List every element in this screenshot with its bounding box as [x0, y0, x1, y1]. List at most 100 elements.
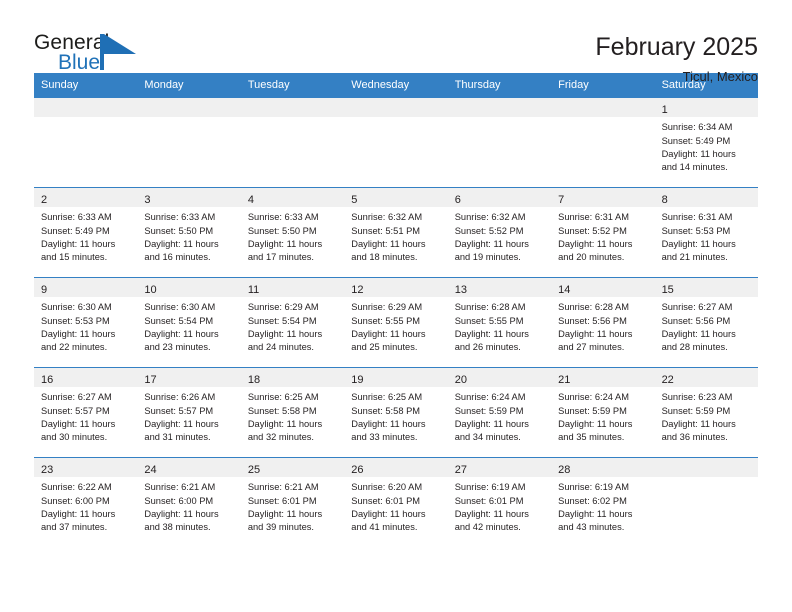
sunset-text: Sunset: 5:57 PM [144, 405, 214, 416]
day-sun-info: Sunrise: 6:34 AM Sunset: 5:49 PM Daylight:… [655, 117, 758, 175]
day-number: 15 [661, 284, 674, 297]
day-number: 23 [41, 464, 54, 477]
day-number: 17 [144, 374, 157, 387]
sunset-text: Sunset: 6:00 PM [41, 495, 110, 506]
daylight-text-line2: and 26 minutes. [454, 342, 521, 353]
calendar-day-cell[interactable]: 26 Sunrise: 6:20 AM Sunset: 6:01 PM Dayligh… [344, 458, 448, 547]
day-sun-info: Sunrise: 6:30 AM Sunset: 5:53 PM Daylight:… [34, 297, 137, 355]
calendar-day-cell[interactable]: 8 Sunrise: 6:31 AM Sunset: 5:53 PM Daylight… [654, 188, 758, 277]
calendar-weeks: 1 Sunrise: 6:34 AM Sunset: 5:49 PM Daylight… [34, 98, 758, 547]
calendar-day-cell[interactable]: 10 Sunrise: 6:30 AM Sunset: 5:54 PM Dayligh… [137, 278, 241, 367]
day-number: 14 [558, 284, 571, 297]
daylight-text-line1: Daylight: 11 hours [661, 149, 736, 159]
daylight-text-line2: and 28 minutes. [661, 342, 728, 353]
daylight-text-line2: and 19 minutes. [454, 252, 521, 263]
sunrise-text: Sunrise: 6:24 AM [558, 392, 629, 403]
sunrise-text: Sunrise: 6:31 AM [661, 212, 733, 223]
daylight-text-line1: Daylight: 11 hours [247, 509, 323, 519]
calendar-day-cell[interactable]: 13 Sunrise: 6:28 AM Sunset: 5:55 PM Dayligh… [447, 278, 552, 367]
day-number-band: 2 [34, 188, 138, 208]
day-sun-info: Sunrise: 6:33 AM Sunset: 5:50 PM Daylight:… [137, 207, 240, 265]
daylight-text-line1: Daylight: 11 hours [661, 419, 736, 429]
daylight-text-line2: and 41 minutes. [351, 522, 418, 533]
calendar-day-cell[interactable]: 4 Sunrise: 6:33 AM Sunset: 5:50 PM Daylight… [240, 188, 345, 277]
sunset-text: Sunset: 5:58 PM [351, 405, 421, 416]
calendar-day-cell[interactable]: 16 Sunrise: 6:27 AM Sunset: 5:57 PM Dayligh… [34, 368, 138, 457]
sunset-text: Sunset: 5:55 PM [454, 315, 524, 326]
calendar-day-cell[interactable]: 18 Sunrise: 6:25 AM Sunset: 5:58 PM Dayligh… [240, 368, 345, 457]
daylight-text-line1: Daylight: 11 hours [41, 329, 116, 339]
calendar-day-cell[interactable]: 2 Sunrise: 6:33 AM Sunset: 5:49 PM Daylight… [34, 188, 138, 277]
daylight-text-line1: Daylight: 11 hours [558, 509, 633, 519]
calendar-day-cell[interactable]: 23 Sunrise: 6:22 AM Sunset: 6:00 PM Dayligh… [34, 458, 138, 547]
sunrise-text: Sunrise: 6:29 AM [351, 302, 423, 313]
daylight-text-line1: Daylight: 11 hours [661, 239, 736, 249]
daylight-text-line1: Daylight: 11 hours [558, 419, 633, 429]
sunrise-text: Sunrise: 6:33 AM [144, 212, 216, 223]
calendar-day-cell[interactable]: 15 Sunrise: 6:27 AM Sunset: 5:56 PM Dayligh… [654, 278, 758, 367]
daylight-text-line1: Daylight: 11 hours [144, 239, 219, 249]
calendar-day-cell[interactable]: 27 Sunrise: 6:19 AM Sunset: 6:01 PM Dayligh… [447, 458, 552, 547]
day-sun-info: Sunrise: 6:32 AM Sunset: 5:52 PM Daylight:… [448, 207, 551, 265]
day-number-band: 28 [551, 458, 655, 478]
sunset-text: Sunset: 6:02 PM [558, 495, 627, 506]
sunset-text: Sunset: 5:59 PM [558, 405, 627, 416]
calendar-day-cell[interactable]: 21 Sunrise: 6:24 AM Sunset: 5:59 PM Dayligh… [551, 368, 655, 457]
calendar-day-empty [344, 98, 448, 187]
calendar-day-cell[interactable]: 5 Sunrise: 6:32 AM Sunset: 5:51 PM Daylight… [344, 188, 448, 277]
sunset-text: Sunset: 5:53 PM [661, 225, 731, 236]
day-sun-info: Sunrise: 6:32 AM Sunset: 5:51 PM Daylight:… [344, 207, 447, 265]
calendar-day-cell[interactable]: 6 Sunrise: 6:32 AM Sunset: 5:52 PM Daylight… [447, 188, 552, 277]
day-number-band: 20 [447, 368, 552, 388]
day-number: 28 [558, 464, 571, 477]
calendar-day-cell[interactable]: 9 Sunrise: 6:30 AM Sunset: 5:53 PM Daylight… [34, 278, 138, 367]
day-number-band: 23 [34, 458, 138, 478]
calendar-day-cell[interactable]: 3 Sunrise: 6:33 AM Sunset: 5:50 PM Daylight… [137, 188, 241, 277]
daylight-text-line1: Daylight: 11 hours [144, 419, 219, 429]
sunrise-text: Sunrise: 6:30 AM [41, 302, 112, 313]
calendar-day-cell[interactable]: 20 Sunrise: 6:24 AM Sunset: 5:59 PM Dayligh… [447, 368, 552, 457]
calendar-day-cell[interactable]: 19 Sunrise: 6:25 AM Sunset: 5:58 PM Dayligh… [344, 368, 448, 457]
sunset-text: Sunset: 5:50 PM [247, 225, 317, 236]
daylight-text-line1: Daylight: 11 hours [351, 509, 426, 519]
day-sun-info: Sunrise: 6:33 AM Sunset: 5:49 PM Daylight:… [34, 207, 137, 265]
day-number-band [137, 98, 241, 118]
calendar-day-cell[interactable]: 7 Sunrise: 6:31 AM Sunset: 5:52 PM Daylight… [551, 188, 655, 277]
calendar-day-cell[interactable]: 17 Sunrise: 6:26 AM Sunset: 5:57 PM Dayligh… [137, 368, 241, 457]
calendar-day-cell[interactable]: 1 Sunrise: 6:34 AM Sunset: 5:49 PM Daylight… [654, 98, 758, 187]
calendar-day-cell[interactable]: 22 Sunrise: 6:23 AM Sunset: 5:59 PM Dayligh… [654, 368, 758, 457]
calendar-day-empty [240, 98, 345, 187]
calendar-day-cell[interactable]: 14 Sunrise: 6:28 AM Sunset: 5:56 PM Dayligh… [551, 278, 655, 367]
day-number: 5 [351, 194, 358, 207]
calendar-day-cell[interactable]: 24 Sunrise: 6:21 AM Sunset: 6:00 PM Dayligh… [137, 458, 241, 547]
daylight-text-line2: and 36 minutes. [661, 432, 728, 443]
sunrise-text: Sunrise: 6:27 AM [41, 392, 112, 403]
calendar-day-cell[interactable]: 28 Sunrise: 6:19 AM Sunset: 6:02 PM Dayligh… [551, 458, 655, 547]
sunset-text: Sunset: 5:59 PM [454, 405, 524, 416]
general-blue-logo[interactable]: General Blue [34, 32, 154, 84]
day-sun-info: Sunrise: 6:29 AM Sunset: 5:55 PM Daylight:… [344, 297, 447, 355]
daylight-text-line1: Daylight: 11 hours [144, 509, 219, 519]
sunset-text: Sunset: 5:59 PM [661, 405, 731, 416]
sunset-text: Sunset: 6:01 PM [247, 495, 317, 506]
calendar-week-row: 2 Sunrise: 6:33 AM Sunset: 5:49 PM Daylight… [34, 187, 758, 277]
day-sun-info: Sunrise: 6:33 AM Sunset: 5:50 PM Daylight:… [241, 207, 344, 265]
calendar-week-row: 23 Sunrise: 6:22 AM Sunset: 6:00 PM Dayligh… [34, 457, 758, 547]
sunset-text: Sunset: 5:57 PM [41, 405, 110, 416]
day-number-band: 18 [240, 368, 345, 388]
day-sun-info: Sunrise: 6:24 AM Sunset: 5:59 PM Daylight:… [448, 387, 551, 445]
calendar-day-cell[interactable]: 11 Sunrise: 6:29 AM Sunset: 5:54 PM Dayligh… [240, 278, 345, 367]
daylight-text-line1: Daylight: 11 hours [41, 419, 116, 429]
calendar-day-cell[interactable]: 25 Sunrise: 6:21 AM Sunset: 6:01 PM Dayligh… [240, 458, 345, 547]
calendar-day-empty [137, 98, 241, 187]
day-number-band: 14 [551, 278, 655, 298]
calendar-day-cell[interactable]: 12 Sunrise: 6:29 AM Sunset: 5:55 PM Dayligh… [344, 278, 448, 367]
weekday-thursday: Thursday [454, 79, 501, 91]
day-number-band [34, 98, 138, 118]
sunrise-text: Sunrise: 6:33 AM [247, 212, 319, 223]
sunset-text: Sunset: 5:49 PM [41, 225, 110, 236]
daylight-text-line2: and 18 minutes. [351, 252, 418, 263]
daylight-text-line2: and 16 minutes. [144, 252, 211, 263]
day-sun-info: Sunrise: 6:31 AM Sunset: 5:53 PM Daylight:… [655, 207, 758, 265]
day-number-band [654, 458, 758, 478]
